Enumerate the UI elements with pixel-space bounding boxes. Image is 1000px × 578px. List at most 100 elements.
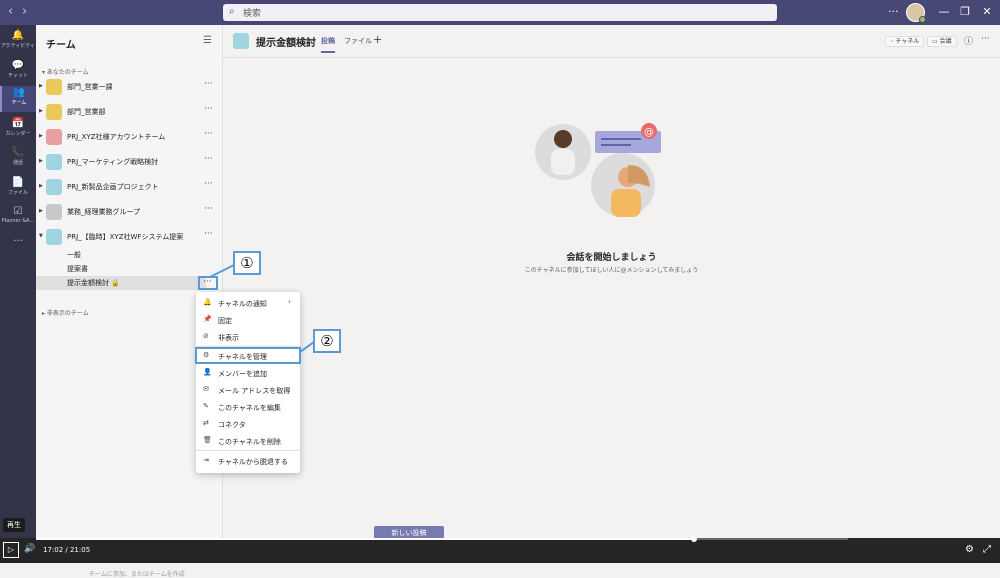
team-item[interactable]: ▶ 部門_営業一課 ··· xyxy=(36,77,223,97)
menu-item-connectors[interactable]: ⇄ コネクタ xyxy=(196,416,300,432)
meet-button[interactable]: ▭ 会議 xyxy=(927,36,957,47)
team-item[interactable]: ▶ PRJ_マーケティング戦略検討 ··· xyxy=(36,152,223,172)
team-item[interactable]: ▶ PRJ_XYZ社様アカウントチーム ··· xyxy=(36,127,223,147)
search-icon: ⌕ xyxy=(229,6,235,17)
more-options-icon[interactable]: ··· xyxy=(204,129,213,139)
forward-icon[interactable]: › xyxy=(22,4,27,19)
pin-icon: 📌 xyxy=(203,315,212,323)
rail-item-chat[interactable]: 💬 チャット xyxy=(0,59,36,85)
rail-item-activity[interactable]: 🔔 アクティビティ xyxy=(0,29,36,55)
channel-header: 提示金額検討 投稿 ファイル + ◦ チャネル ▭ 会議 ⓘ ··· xyxy=(223,25,1000,58)
volume-icon[interactable]: 🔊 xyxy=(24,544,35,554)
maximize-button[interactable]: ❐ xyxy=(958,5,972,18)
back-icon[interactable]: ‹ xyxy=(8,4,13,19)
menu-item-hide[interactable]: ⊘ 非表示 xyxy=(196,329,300,345)
leave-icon: ⇥ xyxy=(203,456,209,464)
teams-icon: 👥 xyxy=(12,87,26,98)
join-create-team-link[interactable]: チームに参加、またはチームを作成 xyxy=(89,569,185,578)
menu-item-leave-channel[interactable]: ⇥ チャネルから脱退する xyxy=(196,453,300,469)
team-item[interactable]: ▶ PRJ_新製品企画プロジェクト ··· xyxy=(36,177,223,197)
progress-handle[interactable] xyxy=(690,536,697,542)
close-button[interactable]: ✕ xyxy=(980,5,994,18)
channel-team-avatar xyxy=(233,33,249,49)
callout-2-connector xyxy=(299,341,315,353)
callout-1-connector xyxy=(209,264,235,278)
callout-step-1: ① xyxy=(233,251,261,275)
more-options-icon[interactable]: ··· xyxy=(204,154,213,164)
more-icon: ··· xyxy=(13,236,23,247)
channel-more-options-icon[interactable]: ··· xyxy=(203,277,212,287)
menu-item-delete-channel[interactable]: 🗑 このチャネルを削除 xyxy=(196,433,300,449)
rail-item-teams[interactable]: 👥 チーム xyxy=(0,86,36,112)
chat-icon: 💬 xyxy=(11,60,25,71)
more-options-icon[interactable]: ··· xyxy=(204,204,213,214)
team-item[interactable]: ▶ 業務_経理業務グループ ··· xyxy=(36,202,223,222)
rail-item-calls[interactable]: 📞 通話 xyxy=(0,146,36,172)
settings-more-button[interactable]: ··· xyxy=(888,5,899,18)
rail-item-planner[interactable]: ☑ Planner &A... xyxy=(0,205,36,231)
teams-panel: チーム ☰ ▾ あなたのチーム ▶ 部門_営業一課 ··· ▶ 部門_営業部 ··· ▶… xyxy=(36,25,223,578)
app-rail: 🔔 アクティビティ 💬 チャット 👥 チーム 📅 カレンダー 📞 通話 📄 ファイル ☑ Pl… xyxy=(0,25,36,538)
menu-item-notifications[interactable]: 🔔 チャネルの通知 › xyxy=(196,295,300,311)
team-avatar xyxy=(46,129,62,145)
panel-title: チーム xyxy=(46,40,76,51)
bell-icon: 🔔 xyxy=(203,298,212,306)
planner-icon: ☑ xyxy=(13,206,23,217)
rail-item-more[interactable]: ··· xyxy=(0,235,36,261)
team-avatar xyxy=(46,104,62,120)
channel-context-menu: 🔔 チャネルの通知 › 📌 固定 ⊘ 非表示 ⚙ チャネルを管理 👤 メンバーを追加 ✉ メー… xyxy=(196,292,300,473)
channel-item-selected[interactable]: 提示金額検討 🔒 xyxy=(36,276,206,290)
filter-icon[interactable]: ☰ xyxy=(203,35,212,46)
team-avatar xyxy=(46,179,62,195)
main-area: 提示金額検討 投稿 ファイル + ◦ チャネル ▭ 会議 ⓘ ··· @ 会話を… xyxy=(223,25,1000,538)
search-placeholder: 検索 xyxy=(243,9,262,19)
rail-item-files[interactable]: 📄 ファイル xyxy=(0,176,36,202)
presence-status xyxy=(919,16,926,23)
channel-item[interactable]: 提案書 xyxy=(36,262,223,276)
team-avatar xyxy=(46,79,62,95)
playback-time: 17:02 / 21:05 xyxy=(43,546,91,554)
phone-icon: 📞 xyxy=(11,147,25,158)
team-avatar xyxy=(46,229,62,245)
title-bar: ‹ › ⌕ 検索 ··· — ❐ ✕ xyxy=(0,0,1000,25)
add-tab-button[interactable]: + xyxy=(373,33,382,46)
channel-title: 提示金額検討 xyxy=(256,38,316,49)
video-player-bar xyxy=(0,538,1000,563)
eye-off-icon: ⊘ xyxy=(203,332,209,340)
menu-divider xyxy=(196,450,300,451)
avatar[interactable] xyxy=(906,3,926,23)
team-item[interactable]: ▼ PRJ_【臨時】XYZ社WFシステム提案 ··· xyxy=(36,227,223,247)
channel-info-button[interactable]: ◦ チャネル xyxy=(885,36,925,47)
menu-item-edit-channel[interactable]: ✎ このチャネルを編集 xyxy=(196,399,300,415)
channel-item[interactable]: 一般 xyxy=(36,248,223,262)
info-icon[interactable]: ⓘ xyxy=(964,34,973,47)
progress-bar[interactable] xyxy=(36,536,848,542)
team-avatar xyxy=(46,204,62,220)
menu-item-pin[interactable]: 📌 固定 xyxy=(196,312,300,328)
more-options-icon[interactable]: ··· xyxy=(204,104,213,114)
menu-item-get-email[interactable]: ✉ メール アドレスを取得 xyxy=(196,382,300,398)
bell-icon: 🔔 xyxy=(11,30,25,41)
conversation-illustration: @ xyxy=(535,123,661,217)
callout-step-2: ② xyxy=(313,329,341,353)
tab-posts[interactable]: 投稿 xyxy=(321,36,335,53)
empty-state-title: 会話を開始しましょう xyxy=(566,253,657,263)
team-avatar xyxy=(46,154,62,170)
your-teams-header[interactable]: ▾ あなたのチーム xyxy=(42,67,89,76)
minimize-button[interactable]: — xyxy=(937,5,951,18)
hidden-teams-header[interactable]: ▸ 非表示のチーム xyxy=(42,308,89,317)
calendar-icon: 📅 xyxy=(11,118,25,129)
header-more-button[interactable]: ··· xyxy=(981,34,990,44)
more-options-icon[interactable]: ··· xyxy=(204,229,213,239)
more-options-icon[interactable]: ··· xyxy=(204,179,213,189)
fullscreen-icon[interactable]: ⤢ xyxy=(983,544,991,555)
more-options-icon[interactable]: ··· xyxy=(204,79,213,89)
team-item[interactable]: ▶ 部門_営業部 ··· xyxy=(36,102,223,122)
search-input[interactable]: ⌕ 検索 xyxy=(223,4,777,21)
player-settings-icon[interactable]: ⚙ xyxy=(965,544,974,555)
play-button[interactable]: ▷ xyxy=(3,542,19,558)
menu-item-add-member[interactable]: 👤 メンバーを追加 xyxy=(196,365,300,381)
tab-files[interactable]: ファイル xyxy=(344,36,372,46)
rail-item-calendar[interactable]: 📅 カレンダー xyxy=(0,117,36,143)
chevron-right-icon: › xyxy=(288,298,291,306)
